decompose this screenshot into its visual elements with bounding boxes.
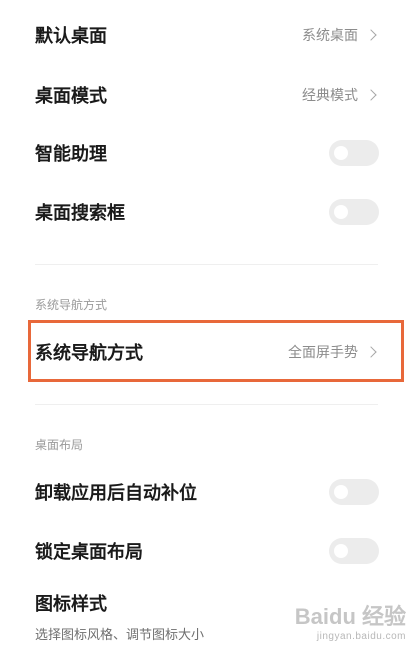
row-value: 系统桌面 <box>302 28 358 44</box>
icon-style-text: 图标样式 选择图标风格、调节图标大小 <box>35 590 204 643</box>
section-title-desktop-layout: 桌面布局 <box>35 438 84 452</box>
chevron-right-icon <box>365 89 377 101</box>
desktop-mode-row[interactable]: 桌面模式 经典模式 <box>0 66 414 124</box>
smart-assistant-toggle[interactable] <box>329 140 379 166</box>
watermark-url: jingyan.baidu.com <box>316 631 406 642</box>
divider <box>35 264 378 265</box>
toggle-knob <box>334 205 348 219</box>
smart-assistant-row: 智能助理 <box>0 124 414 182</box>
auto-fill-after-uninstall-row: 卸载应用后自动补位 <box>0 463 414 521</box>
row-label: 默认桌面 <box>35 26 107 47</box>
divider <box>35 404 378 405</box>
row-value: 经典模式 <box>302 88 358 104</box>
toggle-knob <box>334 146 348 160</box>
auto-fill-toggle[interactable] <box>329 479 379 505</box>
highlight-box <box>28 320 404 382</box>
row-subtitle: 选择图标风格、调节图标大小 <box>35 628 205 643</box>
watermark-brand: Baidu 经验 <box>294 604 406 629</box>
row-label: 锁定桌面布局 <box>35 542 143 563</box>
default-desktop-row[interactable]: 默认桌面 系统桌面 <box>0 6 414 64</box>
toggle-knob <box>334 544 348 558</box>
row-label: 桌面模式 <box>35 86 107 107</box>
row-label: 桌面搜索框 <box>35 203 125 224</box>
toggle-knob <box>334 485 348 499</box>
section-title-navigation: 系统导航方式 <box>35 298 108 312</box>
row-label: 卸载应用后自动补位 <box>35 483 197 504</box>
row-label: 智能助理 <box>35 144 107 165</box>
lock-desktop-layout-row: 锁定桌面布局 <box>0 522 414 580</box>
row-label: 图标样式 <box>35 594 107 615</box>
desktop-search-box-row: 桌面搜索框 <box>0 183 414 241</box>
desktop-search-box-toggle[interactable] <box>329 199 379 225</box>
lock-desktop-layout-toggle[interactable] <box>329 538 379 564</box>
chevron-right-icon <box>365 29 377 41</box>
baidu-watermark: Baidu 经验 jingyan.baidu.com <box>295 599 406 642</box>
